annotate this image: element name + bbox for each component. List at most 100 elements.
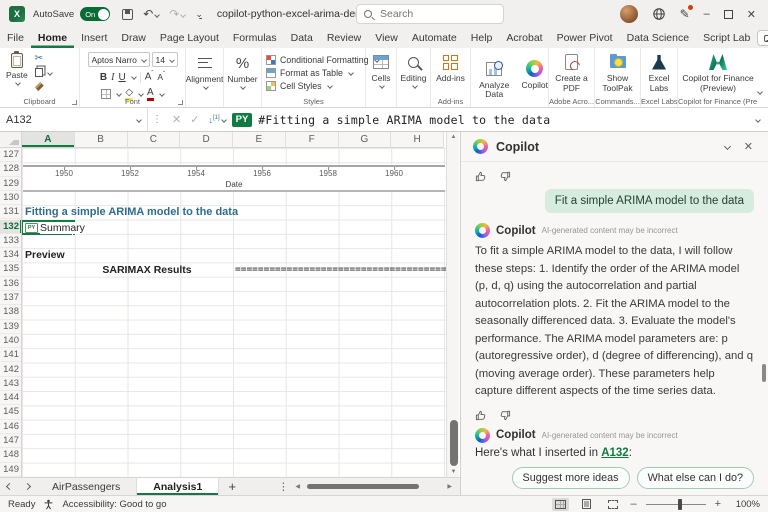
comments-button[interactable]: Comments <box>757 30 768 46</box>
cell-e135[interactable]: ========================================… <box>235 264 446 275</box>
paste-button[interactable]: Paste <box>6 48 28 94</box>
cell-a134[interactable]: Preview <box>25 249 65 261</box>
save-icon[interactable] <box>122 9 133 20</box>
column-header-d[interactable]: D <box>180 132 233 148</box>
pen-icon[interactable]: ✎ <box>680 7 690 21</box>
tab-power-pivot[interactable]: Power Pivot <box>550 29 620 48</box>
column-header-h[interactable]: H <box>391 132 444 148</box>
thumbs-down-icon[interactable] <box>498 170 511 183</box>
formula-input[interactable]: #Fitting a simple ARIMA model to the dat… <box>258 113 746 127</box>
scroll-left-icon[interactable]: ◀ <box>295 483 300 490</box>
search-input[interactable] <box>378 7 496 21</box>
row-header-127[interactable]: 127 <box>0 148 22 162</box>
row-header-146[interactable]: 146 <box>0 420 22 434</box>
row-header-141[interactable]: 141 <box>0 348 22 362</box>
normal-view-button[interactable] <box>552 498 569 511</box>
thumbs-down-icon[interactable] <box>498 409 511 422</box>
format-as-table-button[interactable]: Format as Table <box>266 66 353 79</box>
horizontal-scroll-thumb[interactable] <box>307 484 419 489</box>
clipboard-dialog-launcher[interactable] <box>72 100 77 105</box>
row-header-135[interactable]: 135 <box>0 262 22 276</box>
panel-close-icon[interactable]: ✕ <box>741 140 756 153</box>
tab-script-lab[interactable]: Script Lab <box>696 29 757 48</box>
restore-button[interactable] <box>724 10 733 19</box>
cell-reference-link[interactable]: A132 <box>601 447 629 459</box>
italic-button[interactable]: I <box>111 72 114 83</box>
row-header-149[interactable]: 149 <box>0 463 22 477</box>
font-size-select[interactable]: 14 <box>152 52 178 67</box>
tab-formulas[interactable]: Formulas <box>226 29 284 48</box>
page-layout-view-button[interactable] <box>578 498 595 511</box>
column-header-g[interactable]: G <box>339 132 392 148</box>
row-header-148[interactable]: 148 <box>0 448 22 462</box>
panel-collapse-icon[interactable] <box>720 141 733 153</box>
page-break-view-button[interactable] <box>604 498 621 511</box>
scroll-up-icon[interactable]: ▲ <box>447 134 460 140</box>
tab-data[interactable]: Data <box>284 29 320 48</box>
spreadsheet-grid[interactable]: ABCDEFGH 1271281291301311321331341351361… <box>0 132 460 477</box>
row-header-140[interactable]: 140 <box>0 334 22 348</box>
collapse-ribbon-icon[interactable] <box>756 83 762 101</box>
row-header-129[interactable]: 129 <box>0 177 22 191</box>
tab-draw[interactable]: Draw <box>114 29 153 48</box>
redo-icon[interactable]: ↷ <box>169 8 185 20</box>
tab-help[interactable]: Help <box>464 29 500 48</box>
cell-styles-button[interactable]: Cell Styles <box>266 79 332 92</box>
format-painter-button[interactable] <box>35 80 52 93</box>
conditional-formatting-button[interactable]: Conditional Formatting <box>266 53 379 66</box>
analyze-data-button[interactable]: Analyze Data <box>471 55 518 101</box>
create-pdf-button[interactable]: Create a PDF <box>549 48 594 94</box>
font-name-select[interactable]: Aptos Narrow <box>88 52 150 67</box>
column-header-e[interactable]: E <box>233 132 286 148</box>
grow-font-button[interactable]: Aˆ <box>145 71 154 82</box>
alignment-button[interactable]: Alignment <box>186 48 224 94</box>
cut-button[interactable]: ✂ <box>35 52 52 65</box>
addins-button[interactable]: Add-ins <box>436 48 465 94</box>
tab-acrobat[interactable]: Acrobat <box>499 29 549 48</box>
cells-button[interactable]: Cells <box>372 48 391 94</box>
column-header-b[interactable]: B <box>75 132 128 148</box>
copilot-finance-button[interactable]: Copilot for Finance (Preview) <box>681 48 755 94</box>
row-header-147[interactable]: 147 <box>0 434 22 448</box>
column-header-c[interactable]: C <box>128 132 181 148</box>
next-sheet-icon[interactable] <box>18 478 36 495</box>
close-button[interactable]: ✕ <box>747 8 756 21</box>
select-all-corner[interactable] <box>0 132 22 148</box>
row-header-144[interactable]: 144 <box>0 391 22 405</box>
show-toolpak-button[interactable]: Show ToolPak <box>595 48 640 94</box>
vertical-scroll-thumb[interactable] <box>450 420 458 466</box>
row-header-132[interactable]: 132 <box>0 220 22 234</box>
scroll-down-icon[interactable]: ▼ <box>447 469 460 475</box>
bold-button[interactable]: B <box>100 72 107 83</box>
zoom-in-icon[interactable]: + <box>715 498 721 510</box>
suggestion-pill-what-else[interactable]: What else can I do? <box>637 467 754 489</box>
row-header-133[interactable]: 133 <box>0 234 22 248</box>
row-header-145[interactable]: 145 <box>0 405 22 419</box>
row-header-137[interactable]: 137 <box>0 291 22 305</box>
tab-review[interactable]: Review <box>320 29 368 48</box>
sheet-tab-analysis1[interactable]: Analysis1 <box>137 478 219 495</box>
tab-file[interactable]: File <box>0 29 31 48</box>
cell-c135[interactable]: SARIMAX Results <box>77 264 217 276</box>
tab-data-science[interactable]: Data Science <box>620 29 696 48</box>
thumbs-up-icon[interactable] <box>475 170 488 183</box>
row-header-134[interactable]: 134 <box>0 248 22 262</box>
sheet-tab-airpassengers[interactable]: AirPassengers <box>36 478 137 495</box>
column-header-f[interactable]: F <box>286 132 339 148</box>
zoom-out-icon[interactable]: – <box>630 498 636 510</box>
row-header-139[interactable]: 139 <box>0 320 22 334</box>
minimize-button[interactable]: – <box>704 8 710 20</box>
enter-icon[interactable]: ✓ <box>190 113 199 126</box>
vertical-scrollbar[interactable]: ▲ ▼ <box>446 132 459 477</box>
row-header-128[interactable]: 128 <box>0 162 22 176</box>
tab-home[interactable]: Home <box>31 29 74 48</box>
suggestion-pill-more-ideas[interactable]: Suggest more ideas <box>512 467 630 489</box>
excel-labs-button[interactable]: Excel Labs <box>641 48 677 94</box>
font-dialog-launcher[interactable] <box>178 100 183 105</box>
zoom-level[interactable]: 100% <box>730 499 760 510</box>
row-header-131[interactable]: 131 <box>0 205 22 219</box>
cancel-icon[interactable]: ✕ <box>172 113 181 126</box>
expand-formula-bar-icon[interactable] <box>746 114 768 126</box>
name-box[interactable]: A132 <box>0 108 148 131</box>
cells-area[interactable]: 195019521954195619581960 Date Fitting a … <box>22 148 446 477</box>
